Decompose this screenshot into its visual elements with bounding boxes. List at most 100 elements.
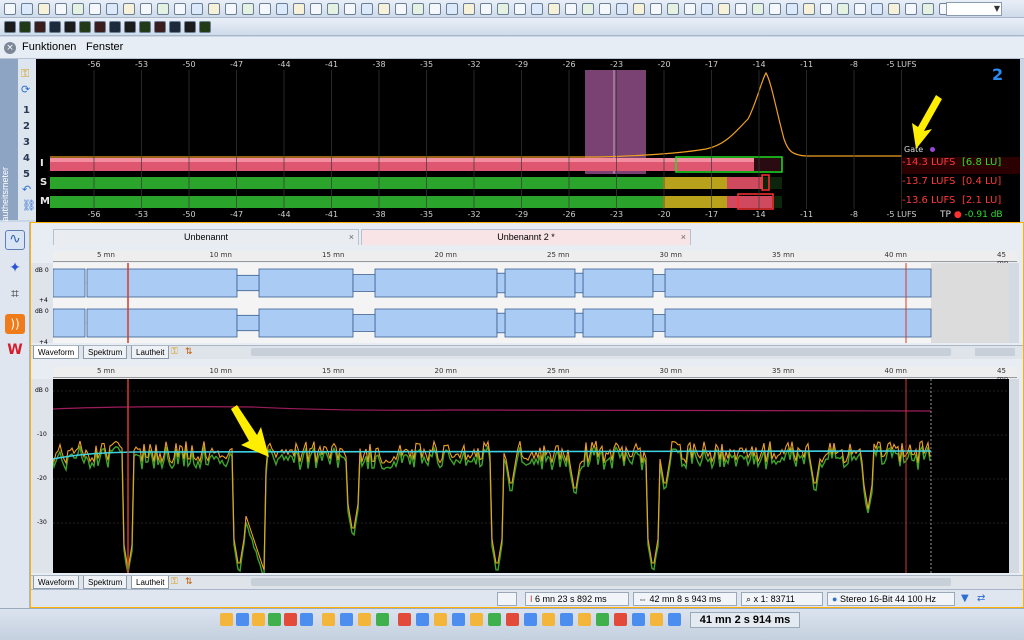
transport-button-icon[interactable] [596,613,609,626]
toolbar-button-icon[interactable] [769,3,781,15]
transport-button-icon[interactable] [560,613,573,626]
toolbar-button-icon[interactable] [174,3,186,15]
close-icon[interactable]: × [4,42,16,54]
transport-button-icon[interactable] [452,613,465,626]
transport-button-icon[interactable] [632,613,645,626]
meter-toolbar-button-icon[interactable] [154,21,166,33]
meter-toolbar-button-icon[interactable] [124,21,136,33]
transport-button-icon[interactable] [434,613,447,626]
transport-button-icon[interactable] [236,613,249,626]
toolbar-button-icon[interactable] [582,3,594,15]
toolbar-button-icon[interactable] [327,3,339,15]
chevron-down-icon[interactable]: ▼ [994,4,1000,13]
toolbar-button-icon[interactable] [667,3,679,15]
spectrum-tool-icon[interactable]: ✦ [5,260,25,280]
sync-icon[interactable]: ⇄ [977,593,985,604]
toolbar-button-icon[interactable] [718,3,730,15]
toolbar-button-icon[interactable] [106,3,118,15]
transport-button-icon[interactable] [416,613,429,626]
toolbar-button-icon[interactable] [837,3,849,15]
toolbar-button-icon[interactable] [225,3,237,15]
toolbar-button-icon[interactable] [412,3,424,15]
preset-5[interactable]: 5 [23,169,30,180]
toolbar-button-icon[interactable] [905,3,917,15]
refresh-icon[interactable]: ⟳ [21,83,33,96]
meter-toolbar-button-icon[interactable] [94,21,106,33]
transport-button-icon[interactable] [358,613,371,626]
toolbar-button-icon[interactable] [72,3,84,15]
toolbar-button-icon[interactable] [633,3,645,15]
toolbar-button-icon[interactable] [361,3,373,15]
horizontal-scrollbar[interactable] [251,348,951,356]
toolbar-button-icon[interactable] [514,3,526,15]
toolbar-button-icon[interactable] [565,3,577,15]
transport-button-icon[interactable] [284,613,297,626]
toolbar-button-icon[interactable] [871,3,883,15]
zoom-factor[interactable]: ⌕ x 1: 83711 [741,592,823,606]
toolbar-button-icon[interactable] [395,3,407,15]
toolbar-button-icon[interactable] [140,3,152,15]
key-icon[interactable]: ⚿ [171,577,178,587]
tab-unbenannt[interactable]: Unbenannt × [53,229,359,245]
transport-button-icon[interactable] [252,613,265,626]
meter-toolbar-button-icon[interactable] [79,21,91,33]
meter-toolbar-button-icon[interactable] [109,21,121,33]
transport-button-icon[interactable] [322,613,335,626]
view-tab-waveform[interactable]: Waveform [33,576,80,589]
meter-toolbar-button-icon[interactable] [184,21,196,33]
toolbar-button-icon[interactable] [548,3,560,15]
filter-icon[interactable]: ▼ [961,593,969,604]
toolbar-button-icon[interactable] [259,3,271,15]
undo-icon[interactable]: ↶ [22,183,31,196]
transport-button-icon[interactable] [220,613,233,626]
toolbar-button-icon[interactable] [650,3,662,15]
key-icon[interactable]: ⚿ [171,347,178,357]
transport-button-icon[interactable] [398,613,411,626]
view-tab-waveform[interactable]: Waveform [33,346,80,359]
view-tab-spektrum[interactable]: Spektrum [83,346,128,359]
toolbar-button-icon[interactable] [684,3,696,15]
cursor-position[interactable]: I 6 mn 23 s 892 ms [525,592,629,606]
toolbar-button-icon[interactable] [497,3,509,15]
wavelab-icon[interactable]: W [5,342,25,362]
preset-4[interactable]: 4 [23,153,30,164]
toolbar-button-icon[interactable] [820,3,832,15]
toolbar-button-icon[interactable] [276,3,288,15]
view-tab-lautheit[interactable]: Lautheit [131,576,170,589]
tab-unbenannt-2[interactable]: Unbenannt 2 * × [361,229,691,245]
toolbar-button-icon[interactable] [310,3,322,15]
vertical-scrollbar[interactable] [1009,263,1019,343]
transport-button-icon[interactable] [668,613,681,626]
preset-2[interactable]: 2 [23,121,30,132]
toolbar-button-icon[interactable] [4,3,16,15]
meter-toolbar-button-icon[interactable] [34,21,46,33]
file-length[interactable]: ⇔ 42 mn 8 s 943 ms [633,592,737,606]
swap-icon[interactable]: ⇅ [185,577,193,587]
preset-3[interactable]: 3 [23,137,30,148]
toolbar-button-icon[interactable] [191,3,203,15]
meter-toolbar-button-icon[interactable] [4,21,16,33]
toolbar-button-icon[interactable] [786,3,798,15]
menu-fenster[interactable]: Fenster [86,41,123,53]
transport-button-icon[interactable] [524,613,537,626]
toolbar-button-icon[interactable] [89,3,101,15]
toolbar-button-icon[interactable] [701,3,713,15]
transport-button-icon[interactable] [376,613,389,626]
meter-toolbar-button-icon[interactable] [49,21,61,33]
toolbar-button-icon[interactable] [38,3,50,15]
preset-1[interactable]: 1 [23,105,30,116]
transport-button-icon[interactable] [340,613,353,626]
toolbar-button-icon[interactable] [616,3,628,15]
swap-icon[interactable]: ⇅ [185,347,193,357]
transport-button-icon[interactable] [488,613,501,626]
link-icon[interactable]: ⛓ [22,199,36,212]
toolbar-button-icon[interactable] [293,3,305,15]
toolbar-button-icon[interactable] [463,3,475,15]
toolbar-button-icon[interactable] [378,3,390,15]
close-tab-icon[interactable]: × [681,230,686,245]
toolbar-button-icon[interactable] [922,3,934,15]
toolbar-button-icon[interactable] [531,3,543,15]
meter-toolbar-button-icon[interactable] [19,21,31,33]
audio-format[interactable]: ● Stereo 16-Bit 44 100 Hz [827,592,955,606]
meter-toolbar-button-icon[interactable] [64,21,76,33]
